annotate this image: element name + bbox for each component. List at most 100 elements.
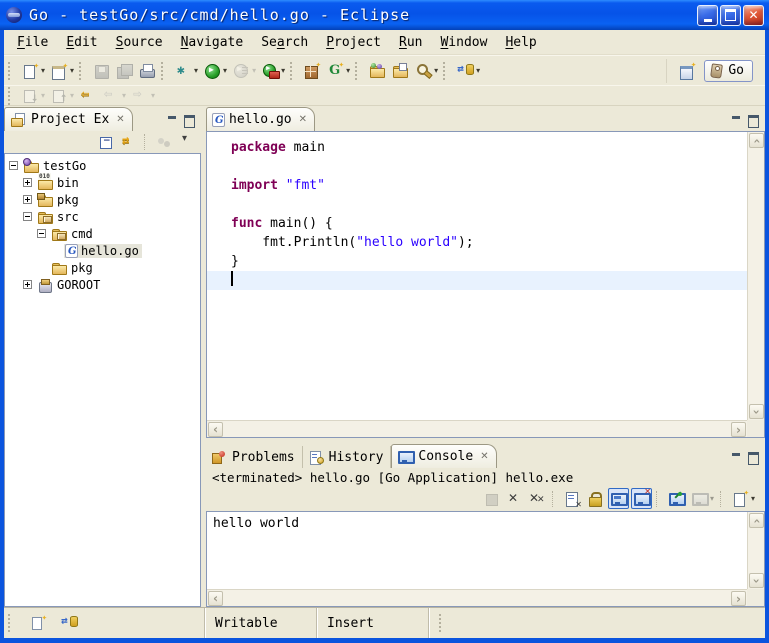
new-view-wizard-button[interactable]: ▾ [48,59,77,83]
open-perspective-icon [679,63,696,79]
db-refresh-button[interactable] [59,613,80,634]
maximize-view-button[interactable] [746,114,761,127]
menu-item-search[interactable]: Search [252,32,317,53]
toolbar-separator [656,491,662,507]
tree-item-pkg[interactable]: pkg [5,191,200,208]
minimize-view-button[interactable] [164,114,179,127]
open-console-button[interactable]: ▾ [730,488,757,509]
tree-item-hello.go[interactable]: hello.go [5,242,200,259]
scroll-up-icon[interactable] [749,513,764,528]
console-horizontal-scrollbar[interactable] [207,589,747,606]
maximize-view-button[interactable] [746,451,761,464]
perspective-bar: Go [666,59,765,83]
toolbar-separator [79,62,86,80]
view-menu-button[interactable] [177,132,198,153]
tree-item-GOROOT[interactable]: GOROOT [5,276,200,293]
tab-project-explorer[interactable]: Project Ex ✕ [4,107,133,131]
console-toolbar: ▾▾ [206,486,765,511]
collapse-all-button[interactable] [96,132,117,153]
tab-history[interactable]: History [303,446,392,468]
minimize-button[interactable] [697,5,718,26]
scroll-lock-button[interactable] [585,488,606,509]
close-icon[interactable]: ✕ [480,452,488,462]
clear-console-button[interactable] [562,488,583,509]
chevron-down-icon: ▾ [281,66,285,75]
tree-item-src[interactable]: src [5,208,200,225]
menu-item-window[interactable]: Window [431,32,496,53]
tab-hello-go[interactable]: hello.go ✕ [206,107,315,131]
collapse-icon[interactable] [23,212,32,221]
menu-item-file[interactable]: File [8,32,57,53]
tree-item-testGo[interactable]: testGo [5,157,200,174]
menu-item-edit[interactable]: Edit [57,32,106,53]
terminate-icon [483,491,500,507]
show-stderr-button[interactable] [631,488,652,509]
menu-item-help[interactable]: Help [496,32,545,53]
title-bar[interactable]: Go - testGo/src/cmd/hello.go - Eclipse [0,0,769,30]
remove-all-launches-button[interactable] [527,488,548,509]
open-resource-button[interactable] [389,59,412,83]
fast-view-button[interactable] [28,613,49,634]
db-refresh-icon [457,63,474,79]
tree-item-bin[interactable]: bin [5,174,200,191]
close-icon[interactable]: ✕ [116,115,124,125]
open-perspective-button[interactable] [676,59,699,83]
open-type-button[interactable] [366,59,389,83]
scroll-left-icon[interactable] [208,591,223,606]
db-refresh-button[interactable]: ▾ [454,59,483,83]
print-button[interactable] [136,59,159,83]
perspective-go-button[interactable]: Go [704,60,753,82]
link-with-editor-button[interactable] [119,132,140,153]
close-icon[interactable]: ✕ [299,115,307,125]
console-icon [397,449,414,465]
editor-horizontal-scrollbar[interactable] [207,420,747,437]
pin-console-button[interactable] [666,488,687,509]
debug-button[interactable]: ▾ [172,59,201,83]
console-vertical-scrollbar[interactable] [747,512,764,589]
search-button[interactable]: ▾ [412,59,441,83]
code-area[interactable]: package mainimport "fmt"func main() { fm… [207,132,747,420]
tree-item-cmd[interactable]: cmd [5,225,200,242]
run-button[interactable]: ▾ [201,59,230,83]
remove-launch-button[interactable] [504,488,525,509]
console-body[interactable]: hello world [206,511,765,607]
tree-item-pkg[interactable]: pkg [5,259,200,276]
tab-console[interactable]: Console ✕ [391,444,496,468]
minimize-view-button[interactable] [728,114,743,127]
tab-label: Console [418,449,473,464]
menu-item-navigate[interactable]: Navigate [172,32,253,53]
collapse-all-icon [98,134,115,150]
scroll-down-icon[interactable] [749,404,764,419]
save-button [90,59,113,83]
tree-item-label: src [57,210,79,224]
close-button[interactable] [743,5,764,26]
menu-item-run[interactable]: Run [390,32,431,53]
search-icon [415,63,432,79]
scroll-down-icon[interactable] [749,573,764,588]
chevron-down-icon: ▾ [122,91,126,100]
tab-problems[interactable]: Problems [206,446,303,468]
menu-item-project[interactable]: Project [317,32,390,53]
scroll-right-icon[interactable] [731,591,746,606]
maximize-view-button[interactable] [182,114,197,127]
collapse-icon[interactable] [9,161,18,170]
show-stdout-button[interactable] [608,488,629,509]
editor-body[interactable]: package mainimport "fmt"func main() { fm… [206,131,765,438]
maximize-button[interactable] [720,5,741,26]
open-type-icon [369,63,386,79]
minimize-view-button[interactable] [728,451,743,464]
editor-vertical-scrollbar[interactable] [747,132,764,420]
new-go-element-button[interactable]: ▾ [324,59,353,83]
new-wizard-button[interactable]: ▾ [19,59,48,83]
external-tools-button[interactable]: ▾ [259,59,288,83]
collapse-icon[interactable] [37,229,46,238]
expand-icon[interactable] [23,280,32,289]
scroll-right-icon[interactable] [731,422,746,437]
last-edit-location-button[interactable] [77,84,100,108]
expand-icon[interactable] [23,195,32,204]
scroll-up-icon[interactable] [749,133,764,148]
scroll-left-icon[interactable] [208,422,223,437]
expand-icon[interactable] [23,178,32,187]
new-go-project-button[interactable] [301,59,324,83]
menu-item-source[interactable]: Source [107,32,172,53]
